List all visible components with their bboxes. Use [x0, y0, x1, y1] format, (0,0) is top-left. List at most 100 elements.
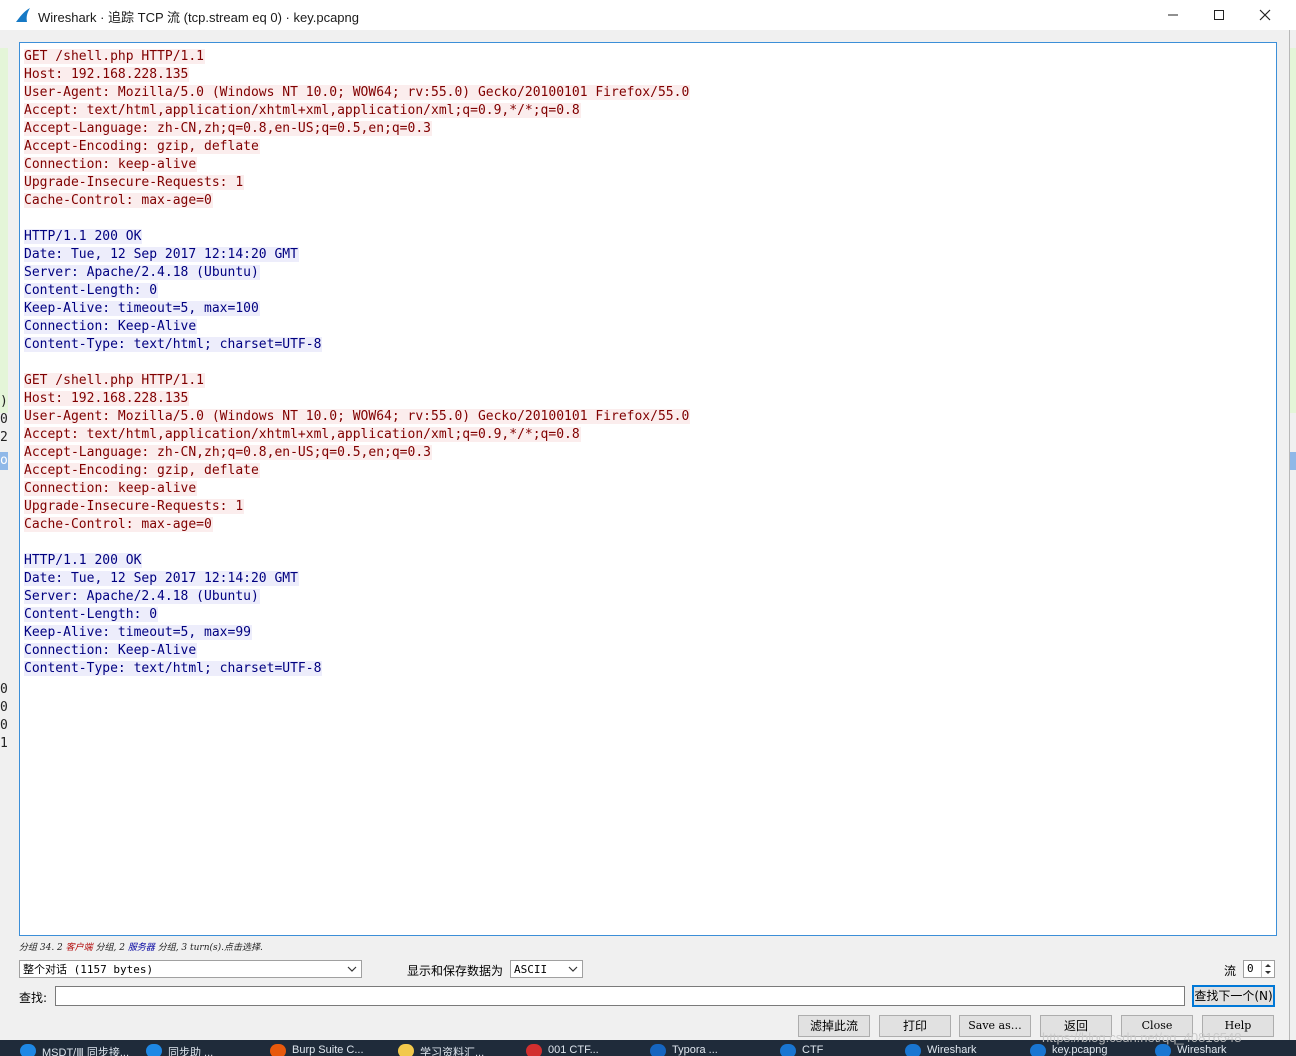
stream-line-text: Keep-Alive: timeout=5, max=100 — [24, 301, 260, 316]
stream-line-text: Accept: text/html,application/xhtml+xml,… — [24, 427, 581, 442]
stream-line-text: Content-Length: 0 — [24, 283, 159, 298]
stream-line-text: Server: Apache/2.4.18 (Ubuntu) — [24, 589, 260, 604]
filter-out-stream-button[interactable]: 滤掉此流 — [798, 1015, 870, 1037]
stream-line-text: Date: Tue, 12 Sep 2017 12:14:20 GMT — [24, 571, 299, 586]
stream-line-server: Keep-Alive: timeout=5, max=100 — [24, 300, 690, 318]
stream-line-server: Server: Apache/2.4.18 (Ubuntu) — [24, 264, 690, 282]
stream-line-client: Connection: keep-alive — [24, 156, 690, 174]
stream-line-text: Connection: keep-alive — [24, 481, 198, 496]
show-as-label: 显示和保存数据为 — [407, 964, 504, 978]
stream-line-text: Host: 192.168.228.135 — [24, 391, 190, 406]
minimize-icon — [1168, 14, 1178, 16]
stream-line-server: Server: Apache/2.4.18 (Ubuntu) — [24, 588, 690, 606]
find-next-button[interactable]: 查找下一个(N) — [1192, 985, 1275, 1007]
stream-line-text: HTTP/1.1 200 OK — [24, 229, 143, 244]
taskbar-item-label: CTF — [802, 1044, 824, 1056]
stream-number-spinbox[interactable]: 0 — [1243, 960, 1275, 978]
find-label: 查找: — [19, 991, 48, 1005]
stream-line-text: Keep-Alive: timeout=5, max=99 — [24, 625, 252, 640]
taskbar-item-label: Wireshark — [927, 1044, 977, 1056]
background-char: o — [0, 453, 8, 468]
stream-line-text: Content-Type: text/html; charset=UTF-8 — [24, 337, 323, 352]
stream-line-server: HTTP/1.1 200 OK — [24, 228, 690, 246]
stream-line-client: Accept-Language: zh-CN,zh;q=0.8,en-US;q=… — [24, 120, 690, 138]
maximize-icon — [1214, 10, 1224, 20]
close-window-button[interactable] — [1242, 0, 1288, 30]
background-char: ) — [0, 394, 8, 409]
taskbar-item-label: key.pcapng — [1052, 1044, 1108, 1056]
background-window-right — [1289, 30, 1296, 1040]
summary-client-label: 客户端 — [65, 943, 93, 953]
stream-line-text: Cache-Control: max-age=0 — [24, 517, 213, 532]
spin-buttons[interactable] — [1261, 961, 1274, 977]
stream-line-text: Host: 192.168.228.135 — [24, 67, 190, 82]
stream-line-text: Accept-Language: zh-CN,zh;q=0.8,en-US;q=… — [24, 121, 432, 136]
stream-line-text: GET /shell.php HTTP/1.1 — [24, 373, 206, 388]
stream-line-server: Date: Tue, 12 Sep 2017 12:14:20 GMT — [24, 570, 690, 588]
taskbar-item-label: 学习资料汇... — [420, 1047, 485, 1056]
taskbar-item-label: Typora ... — [672, 1044, 718, 1056]
title-bar: Wireshark · 追踪 TCP 流 (tcp.stream eq 0) ·… — [0, 0, 1296, 31]
stream-blank-line — [24, 354, 690, 372]
stream-lines: GET /shell.php HTTP/1.1 Host: 192.168.228… — [24, 48, 691, 678]
taskbar-app-icon — [780, 1044, 796, 1056]
taskbar-item-label: Wireshark — [1177, 1044, 1227, 1056]
stream-line-text: User-Agent: Mozilla/5.0 (Windows NT 10.0… — [24, 85, 691, 100]
stream-line-text: Accept: text/html,application/xhtml+xml,… — [24, 103, 581, 118]
background-char: 0 — [0, 718, 8, 733]
stream-line-client: Upgrade-Insecure-Requests: 1 — [24, 498, 690, 516]
background-char: 2 — [0, 430, 8, 445]
taskbar-app-icon — [1155, 1044, 1171, 1056]
stream-line-client: GET /shell.php HTTP/1.1 — [24, 372, 690, 390]
taskbar-item-label: 同步助 ... — [168, 1047, 214, 1056]
stream-summary: 分组 34. 2 客户端 分组, 2 服务器 分组, 3 turn(s).点击选… — [19, 940, 263, 953]
stream-line-text: Server: Apache/2.4.18 (Ubuntu) — [24, 265, 260, 280]
stream-line-client: Accept-Encoding: gzip, deflate — [24, 462, 690, 480]
stream-number-value: 0 — [1247, 962, 1254, 975]
stream-line-client: Accept: text/html,application/xhtml+xml,… — [24, 102, 690, 120]
stream-line-client: Accept-Encoding: gzip, deflate — [24, 138, 690, 156]
background-char: 0 — [0, 412, 8, 427]
maximize-button[interactable] — [1196, 0, 1242, 30]
taskbar-item-label: MSDT/Ⅲ 同步接... — [42, 1047, 130, 1056]
find-input[interactable] — [55, 986, 1185, 1006]
stream-line-client: GET /shell.php HTTP/1.1 — [24, 48, 690, 66]
taskbar-app-icon — [905, 1044, 921, 1056]
taskbar-app-icon — [270, 1044, 286, 1056]
taskbar-app-icon — [526, 1044, 542, 1056]
minimize-button[interactable] — [1150, 0, 1196, 30]
stream-line-text: Date: Tue, 12 Sep 2017 12:14:20 GMT — [24, 247, 299, 262]
taskbar-app-icon — [146, 1044, 162, 1056]
save-as-button[interactable]: Save as… — [959, 1015, 1031, 1037]
stream-content-view[interactable]: GET /shell.php HTTP/1.1 Host: 192.168.228… — [19, 42, 1277, 936]
taskbar-app-icon — [20, 1044, 36, 1056]
stream-line-client: Host: 192.168.228.135 — [24, 66, 690, 84]
stream-line-client: Accept: text/html,application/xhtml+xml,… — [24, 426, 690, 444]
stream-line-server: HTTP/1.1 200 OK — [24, 552, 690, 570]
chevron-down-icon — [347, 966, 357, 972]
show-as-select[interactable]: ASCII — [510, 960, 583, 978]
print-button[interactable]: 打印 — [879, 1015, 951, 1037]
background-char: 0 — [0, 700, 8, 715]
background-char: 0 — [0, 682, 8, 697]
stream-line-text: Accept-Language: zh-CN,zh;q=0.8,en-US;q=… — [24, 445, 432, 460]
close-icon — [1259, 9, 1271, 21]
stream-blank-line — [24, 210, 690, 228]
taskbar-app-icon — [650, 1044, 666, 1056]
summary-suffix: 分组, 3 turn(s).点击选择. — [154, 943, 263, 953]
background-char: 1 — [0, 736, 8, 751]
conversation-select[interactable]: 整个对话 (1157 bytes) — [19, 960, 362, 978]
stream-line-server: Connection: Keep-Alive — [24, 642, 690, 660]
stream-line-text: Upgrade-Insecure-Requests: 1 — [24, 499, 245, 514]
watermark: https://blog.csdn.net/qq_40816548 — [1042, 1030, 1242, 1045]
stream-line-server: Connection: Keep-Alive — [24, 318, 690, 336]
stream-line-client: Cache-Control: max-age=0 — [24, 192, 690, 210]
stream-line-text: Accept-Encoding: gzip, deflate — [24, 139, 260, 154]
taskbar-app-icon — [398, 1044, 414, 1056]
stream-line-text: Upgrade-Insecure-Requests: 1 — [24, 175, 245, 190]
stream-line-server: Content-Type: text/html; charset=UTF-8 — [24, 660, 690, 678]
taskbar-item-label: 001 CTF... — [548, 1044, 599, 1056]
stream-line-client: Host: 192.168.228.135 — [24, 390, 690, 408]
show-as-select-value: ASCII — [514, 963, 548, 976]
stream-line-server: Date: Tue, 12 Sep 2017 12:14:20 GMT — [24, 246, 690, 264]
